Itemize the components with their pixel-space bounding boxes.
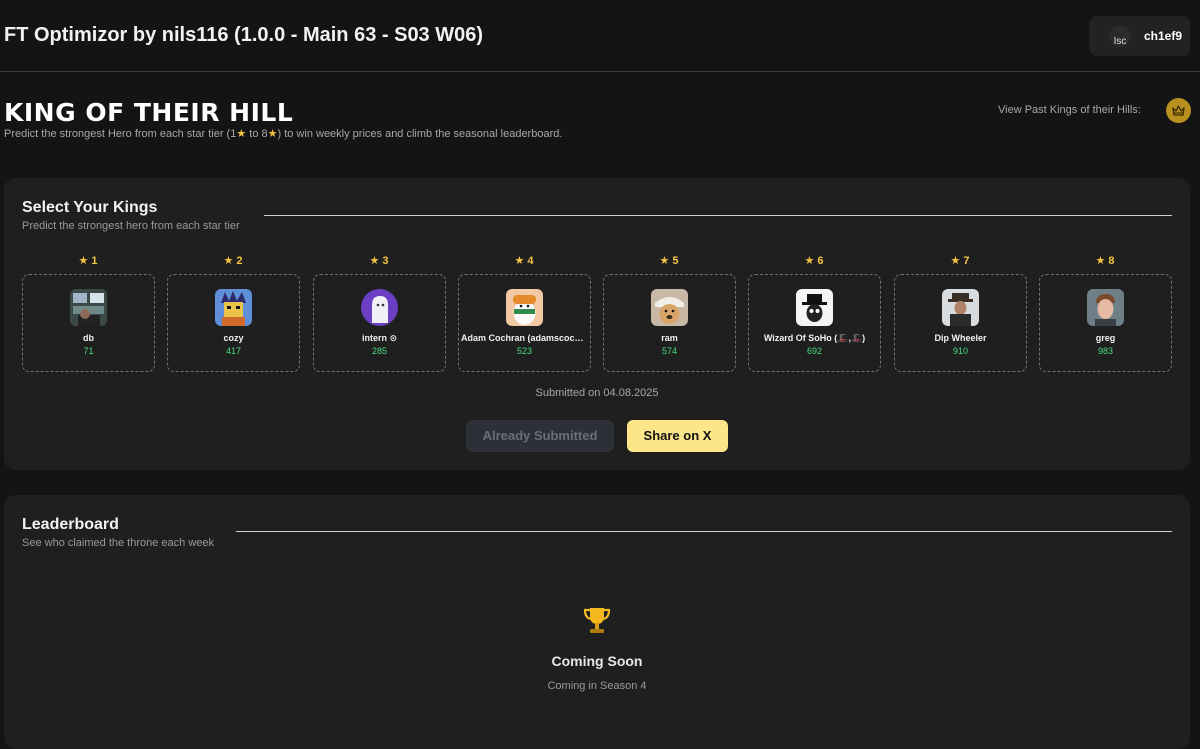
hero-slot[interactable]: Dip Wheeler 910 — [894, 274, 1027, 372]
hero-name: ram — [661, 333, 678, 343]
page-title: KING OF THEIR HILL — [4, 98, 294, 127]
hero-avatar — [942, 289, 979, 326]
hero-name: Dip Wheeler — [934, 333, 987, 343]
hero-avatar — [361, 289, 398, 326]
already-submitted-button[interactable]: Already Submitted — [466, 420, 614, 452]
section-divider — [264, 215, 1172, 216]
coming-soon-title: Coming Soon — [551, 653, 643, 669]
hero-slot[interactable]: cozy 417 — [167, 274, 300, 372]
hero-score: 71 — [83, 346, 94, 356]
hero-name: greg — [1095, 333, 1116, 343]
hero-score: 523 — [516, 346, 533, 356]
past-kings-button[interactable] — [1166, 98, 1191, 123]
app-title: FT Optimizor by nils116 (1.0.0 - Main 63… — [4, 24, 484, 46]
leaderboard-card: Leaderboard See who claimed the throne e… — [4, 495, 1190, 749]
tier-stars: ★ 8 — [1095, 255, 1115, 267]
hero-avatar — [796, 289, 833, 326]
hero-name: cozy — [223, 333, 244, 343]
tier-stars: ★ 5 — [659, 255, 679, 267]
tier-stars: ★ 7 — [950, 255, 970, 267]
share-on-x-button[interactable]: Share on X — [627, 420, 728, 452]
top-bar: FT Optimizor by nils116 (1.0.0 - Main 63… — [0, 0, 1200, 72]
tier-stars: ★ 4 — [514, 255, 534, 267]
hero-slot[interactable]: Adam Cochran (adamscochran) 523 — [458, 274, 591, 372]
section-divider — [236, 531, 1172, 532]
hero-slot[interactable]: Wizard Of SoHo (🎩,🎩) 692 — [748, 274, 881, 372]
section-subtitle: See who claimed the throne each week — [22, 537, 215, 549]
coming-soon-subtitle: Coming in Season 4 — [547, 680, 647, 692]
tier-stars: ★ 1 — [78, 255, 98, 267]
tier-stars: ★ 6 — [804, 255, 824, 267]
hero-score: 574 — [661, 346, 678, 356]
submitted-date: Submitted on 04.08.2025 — [535, 387, 659, 399]
hero-slot[interactable]: db 71 — [22, 274, 155, 372]
hero-avatar — [506, 289, 543, 326]
tier-stars: ★ 2 — [223, 255, 243, 267]
hero-slot[interactable]: greg 983 — [1039, 274, 1172, 372]
hero-slot[interactable]: intern ⊙ 285 — [313, 274, 446, 372]
select-kings-card: Select Your Kings Predict the strongest … — [4, 178, 1190, 470]
section-subtitle: Predict the strongest hero from each sta… — [22, 220, 240, 232]
hero-name: intern ⊙ — [361, 333, 398, 343]
hero-avatar — [651, 289, 688, 326]
hero-score: 417 — [225, 346, 242, 356]
hero-avatar — [215, 289, 252, 326]
hero-avatar — [70, 289, 107, 326]
past-kings-label: View Past Kings of their Hills: — [998, 104, 1141, 116]
hero-score: 692 — [806, 346, 823, 356]
user-avatar-alt: Isc — [1113, 36, 1127, 47]
hero-score: 983 — [1097, 346, 1114, 356]
trophy-icon — [583, 608, 611, 633]
tier-stars: ★ 3 — [369, 255, 389, 267]
hero-slot[interactable]: ram 574 — [603, 274, 736, 372]
hero-score: 910 — [952, 346, 969, 356]
section-title: Leaderboard — [22, 516, 119, 533]
crown-icon — [1172, 105, 1185, 116]
hero-name: Wizard Of SoHo (🎩,🎩) — [763, 333, 866, 343]
star-icon: ★ — [267, 128, 278, 140]
user-name: ch1ef9 — [1144, 29, 1183, 43]
page-subtitle: Predict the strongest Hero from each sta… — [4, 128, 563, 140]
hero-avatar — [1087, 289, 1124, 326]
user-avatar: Isc — [1109, 25, 1131, 47]
hero-name: db — [83, 333, 94, 343]
star-icon: ★ — [236, 128, 247, 140]
hero-name: Adam Cochran (adamscochran) — [461, 333, 588, 343]
section-title: Select Your Kings — [22, 199, 158, 216]
user-menu[interactable]: Isc ch1ef9 — [1089, 16, 1190, 56]
hero-score: 285 — [371, 346, 388, 356]
